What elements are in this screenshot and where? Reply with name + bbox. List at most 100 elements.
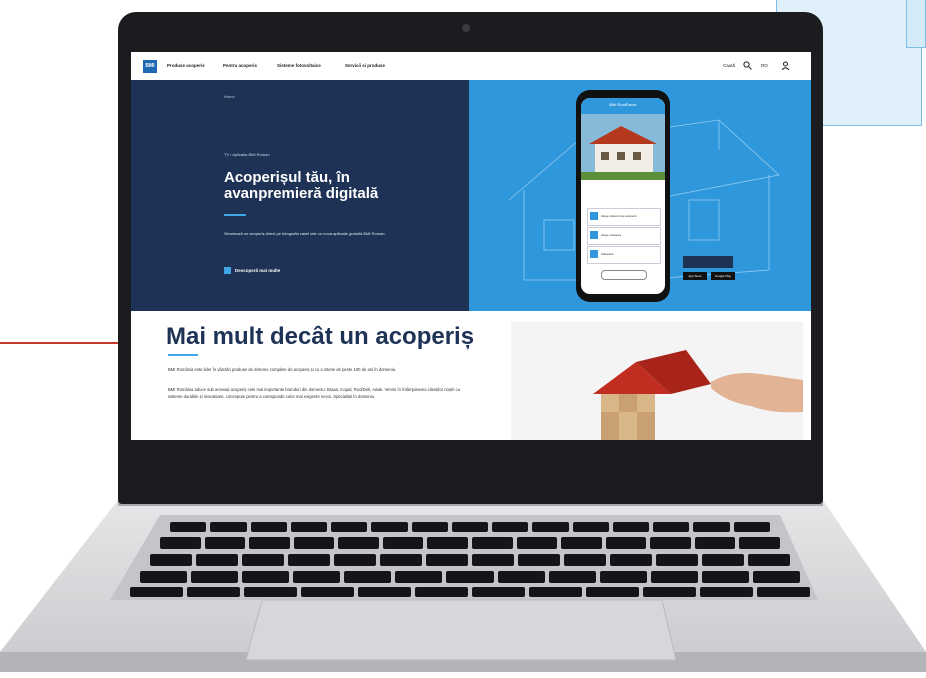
phone-option-row[interactable]: Salveaza <box>587 246 661 264</box>
keyboard-key <box>516 537 558 549</box>
laptop-screen: BMI Produse acoperis Pentru acoperis Sis… <box>131 52 811 440</box>
phone-app-title: BMI RoofDecor <box>609 102 637 107</box>
phone-option-row[interactable]: Alege culoarea <box>587 227 661 245</box>
keyboard-key <box>371 522 408 532</box>
keyboard-key <box>293 571 341 583</box>
app-promo-logo <box>683 256 733 268</box>
keyboard-key <box>702 554 744 566</box>
keyboard-key <box>518 554 560 566</box>
keyboard-key <box>650 537 691 549</box>
hero-accent-line <box>224 214 246 216</box>
keyboard-key <box>150 554 192 566</box>
phone-button[interactable] <box>601 270 647 280</box>
section-title: Mai mult decât un acoperiș <box>166 323 475 350</box>
section-paragraph-1: BMI România este lider în vânzări produs… <box>168 367 397 372</box>
keyboard-key <box>427 537 468 549</box>
keyboard-key <box>451 522 489 532</box>
keyboard-key <box>140 571 188 583</box>
hero-cta-link[interactable]: Descoperă mai multe <box>235 268 280 273</box>
keyboard-key <box>242 554 284 566</box>
keyboard-key <box>196 554 238 566</box>
keyboard-key <box>293 537 335 549</box>
phone-option-row[interactable]: Alege sistemul de acoperis <box>587 208 661 226</box>
keyboard-key <box>529 587 582 597</box>
keyboard-key <box>130 587 183 597</box>
user-icon[interactable] <box>781 61 790 70</box>
keyboard-key <box>472 587 525 597</box>
section-paragraph-2: BMI România aduce sub aceeași acoperiș c… <box>168 387 461 399</box>
keyboard-key <box>380 554 422 566</box>
phone-row-label: Alege culoarea <box>601 233 622 237</box>
breadcrumb[interactable]: Home <box>224 94 235 99</box>
nav-link-sisteme[interactable]: Sisteme fotovoltaice <box>277 63 321 68</box>
keyboard-key <box>301 587 354 597</box>
keyboard-key <box>643 587 696 597</box>
hero-title: Acoperișul tău, în avanpremieră digitală <box>224 170 424 202</box>
keyboard-key <box>331 522 368 532</box>
app-store-badge[interactable]: App Store <box>683 272 707 280</box>
hero-description: Simulează un acoperiș direct pe fotograf… <box>224 231 386 236</box>
keyboard-key <box>250 522 287 532</box>
keyboard-key <box>572 522 609 532</box>
keyboard-key <box>204 537 246 549</box>
keyboard-key <box>612 522 650 532</box>
keyboard-key <box>170 522 207 532</box>
keyboard-key <box>344 571 392 583</box>
keyboard-key <box>653 522 690 532</box>
roof-blocks-image <box>511 322 803 440</box>
google-play-badge[interactable]: Google Play <box>711 272 735 280</box>
keyboard-key <box>191 571 239 583</box>
keyboard-key <box>472 554 514 566</box>
keyboard-key <box>210 522 247 532</box>
keyboard-key <box>244 587 297 597</box>
keyboard-key <box>564 554 606 566</box>
keyboard-key <box>288 554 330 566</box>
keyboard-key <box>752 571 800 583</box>
keyboard-key <box>700 587 753 597</box>
hero-title-line2: avanpremieră digitală <box>224 185 379 202</box>
top-navigation: BMI Produse acoperis Pentru acoperis Sis… <box>131 52 811 80</box>
nav-link-produse[interactable]: Produse acoperis <box>167 63 205 68</box>
language-switch[interactable]: RO <box>761 63 768 68</box>
nav-link-servicii[interactable]: Servicii si produse <box>345 63 385 68</box>
keyboard-key <box>656 554 698 566</box>
keyboard-key <box>187 587 240 597</box>
keyboard-key <box>358 587 411 597</box>
keyboard-key <box>739 537 780 549</box>
nav-link-pentru[interactable]: Pentru acoperis <box>223 63 257 68</box>
keyboard-key <box>694 537 736 549</box>
keyboard-key <box>599 571 647 583</box>
keyboard-key <box>586 587 639 597</box>
keyboard-key <box>415 587 468 597</box>
hero-eyebrow: TV / Aplicatia BMI Roman <box>224 152 270 157</box>
keyboard-key <box>748 554 790 566</box>
search-label[interactable]: Caută <box>723 63 735 68</box>
keyboard-key <box>338 537 379 549</box>
house-photo <box>581 114 665 180</box>
bmi-logo[interactable]: BMI <box>143 60 157 73</box>
keyboard-key <box>532 522 569 532</box>
keyboard-key <box>249 537 290 549</box>
keyboard-key <box>411 522 448 532</box>
search-icon[interactable] <box>743 61 752 70</box>
keyboard-key <box>757 587 810 597</box>
keyboard-key <box>242 571 290 583</box>
keyboard-key <box>382 537 424 549</box>
keyboard-key <box>395 571 443 583</box>
section-accent-line <box>168 354 198 356</box>
keyboard-key <box>290 522 328 532</box>
phone-row-label: Alege sistemul de acoperis <box>601 214 637 218</box>
keyboard-key <box>497 571 545 583</box>
webcam-icon <box>462 24 470 32</box>
keyboard-key <box>548 571 596 583</box>
keyboard-key <box>610 554 652 566</box>
keyboard-key <box>334 554 376 566</box>
arrow-icon[interactable] <box>224 267 231 274</box>
phone-screen: BMI RoofDecor Alege sistemul de acoperis… <box>581 98 665 294</box>
keyboard-key <box>472 537 513 549</box>
phone-row-label: Salveaza <box>601 252 614 256</box>
keyboard-key <box>733 522 770 532</box>
keyboard-key <box>561 537 602 549</box>
keyboard-key <box>693 522 730 532</box>
keyboard-key <box>160 537 201 549</box>
